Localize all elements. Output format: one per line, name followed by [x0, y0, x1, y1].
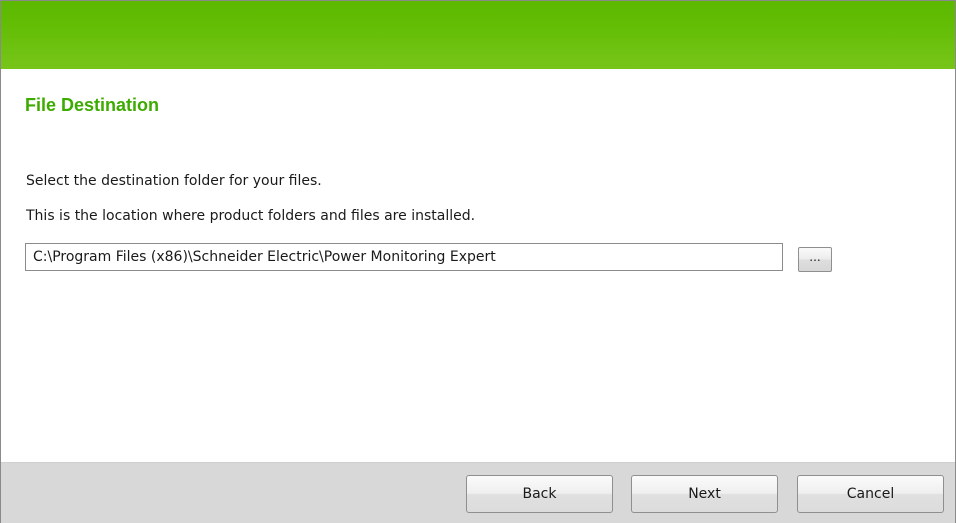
browse-button[interactable]: ... [798, 247, 832, 272]
destination-path-input[interactable]: C:\Program Files (x86)\Schneider Electri… [25, 243, 783, 271]
next-button[interactable]: Next [631, 475, 778, 513]
installer-window: File Destination Select the destination … [0, 0, 956, 523]
header-banner [1, 1, 955, 69]
cancel-button[interactable]: Cancel [797, 475, 944, 513]
description-text: This is the location where product folde… [26, 208, 476, 224]
instruction-text: Select the destination folder for your f… [26, 173, 322, 189]
page-title: File Destination [25, 95, 160, 115]
back-button[interactable]: Back [466, 475, 613, 513]
button-bar: Back Next Cancel [1, 462, 955, 523]
